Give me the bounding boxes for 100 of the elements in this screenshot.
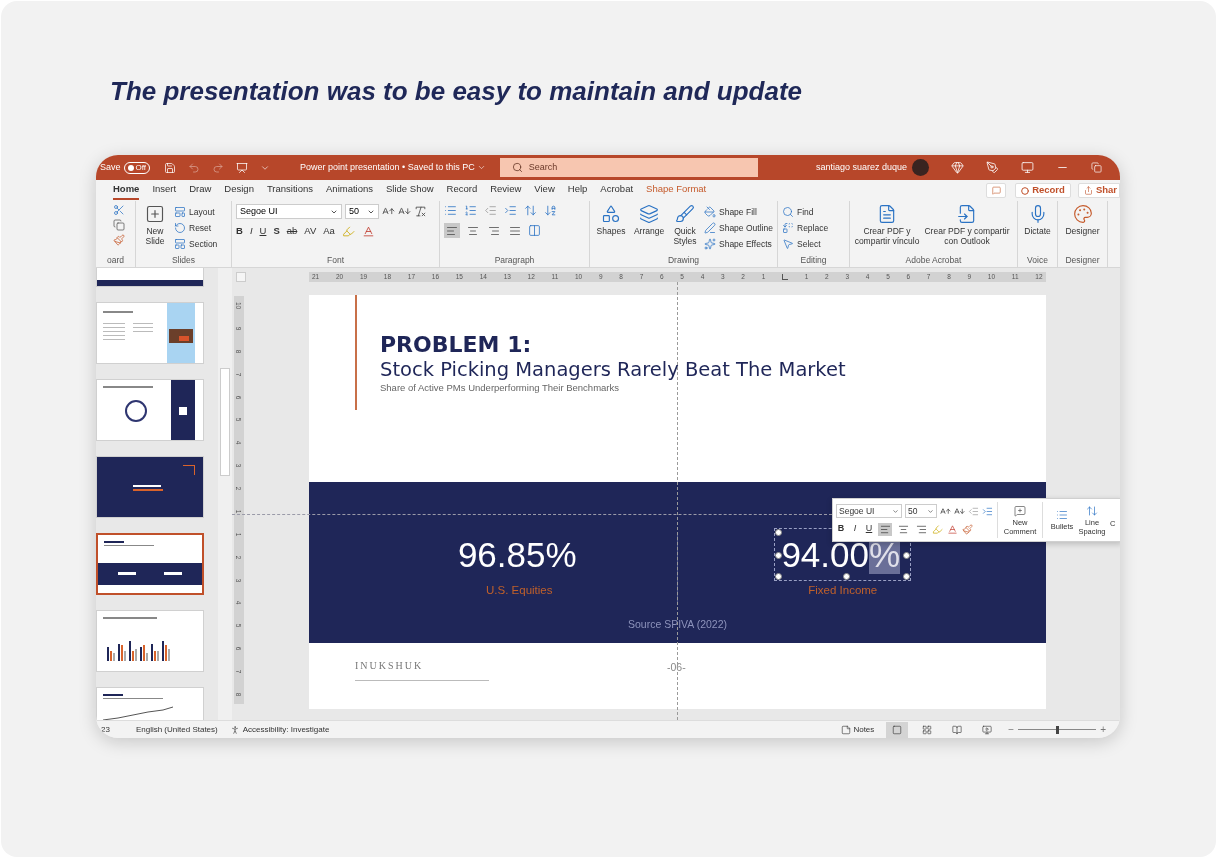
zoom-slider[interactable] xyxy=(1018,724,1097,735)
format-button[interactable]: AV xyxy=(304,224,317,239)
copy-icon[interactable] xyxy=(113,219,125,231)
brush-button[interactable]: Quick Styles xyxy=(670,204,700,246)
columns-icon[interactable] xyxy=(528,224,541,237)
clear-formatting-icon[interactable] xyxy=(414,205,427,218)
restore-icon[interactable] xyxy=(1091,162,1102,173)
format-painter-icon[interactable] xyxy=(113,234,125,246)
screen-icon xyxy=(982,724,993,735)
font-size-field[interactable]: 50 xyxy=(345,204,379,219)
palette-icon xyxy=(1072,204,1093,224)
text-box[interactable]: 96.85% xyxy=(450,528,588,581)
microphone-button[interactable]: Dictate xyxy=(1022,204,1053,236)
diamond-icon[interactable] xyxy=(951,161,964,174)
shapes-button[interactable]: Shapes xyxy=(594,204,628,236)
ribbon-tab[interactable]: Design xyxy=(224,181,254,200)
font-name-field[interactable]: Segoe UI xyxy=(236,204,342,219)
search-button[interactable]: Find xyxy=(782,204,829,220)
notes-button[interactable]: Notes xyxy=(841,723,875,736)
ribbon-tab[interactable]: Animations xyxy=(326,181,374,200)
document-arrow-button[interactable]: Crear PDF y compartir con Outlook xyxy=(924,204,1010,246)
autosave-label: Save xyxy=(100,160,121,174)
ribbon-tab[interactable]: Shape Format xyxy=(646,181,707,200)
replace-icon xyxy=(782,222,794,234)
replace-button[interactable]: Replace xyxy=(782,220,829,236)
align-button[interactable] xyxy=(878,522,892,536)
format-painter-icon[interactable] xyxy=(962,523,973,535)
increase-indent-icon[interactable] xyxy=(504,204,517,217)
layout-button[interactable]: Layout xyxy=(174,204,218,220)
search-field[interactable]: Search xyxy=(499,158,758,177)
ribbon-tab[interactable]: Insert xyxy=(152,181,177,200)
slide-thumbnail[interactable] xyxy=(96,533,204,595)
group-label: Slides xyxy=(170,255,197,267)
group-label: Designer xyxy=(1064,255,1101,267)
ribbon-tab[interactable]: Acrobat xyxy=(600,181,634,200)
palette-button[interactable]: Designer xyxy=(1062,204,1103,236)
accessibility-button[interactable]: Accessibility: Investigate xyxy=(242,723,330,736)
avatar[interactable] xyxy=(912,159,929,176)
save-icon[interactable] xyxy=(164,161,177,174)
document-icon xyxy=(877,204,897,224)
grow-font-icon[interactable] xyxy=(940,505,951,517)
text-direction-icon[interactable] xyxy=(544,204,557,217)
pen-icon[interactable] xyxy=(986,161,999,174)
comment-icon xyxy=(991,186,1001,195)
notes-icon xyxy=(841,724,852,735)
display-icon[interactable] xyxy=(1021,161,1034,174)
format-button[interactable]: U xyxy=(259,224,267,239)
format-button[interactable]: I xyxy=(249,224,253,239)
font-name-field[interactable]: Segoe UI xyxy=(836,504,902,519)
decrease-indent-icon[interactable] xyxy=(968,505,979,517)
pen-button[interactable]: Shape Outline xyxy=(704,220,773,236)
ribbon-tab[interactable]: Record xyxy=(446,181,478,200)
shrink-font-icon[interactable] xyxy=(954,505,965,517)
ribbon-tab[interactable]: Review xyxy=(490,181,522,200)
line-spacing-icon[interactable] xyxy=(524,204,537,217)
sparkles-button[interactable]: Shape Effects xyxy=(704,236,773,252)
font-color-icon[interactable] xyxy=(361,224,375,238)
document-title[interactable]: Power point presentation • Saved to this PC xyxy=(300,160,475,175)
increase-indent-icon[interactable] xyxy=(982,505,993,517)
font-size-field[interactable]: 50 xyxy=(905,504,937,519)
decrease-indent-icon[interactable] xyxy=(484,204,497,217)
presentation-icon[interactable] xyxy=(236,161,249,174)
new-slide-button[interactable]: New Slide xyxy=(140,204,170,246)
ribbon-tab[interactable]: Transitions xyxy=(266,181,314,200)
bullets-icon[interactable] xyxy=(444,204,457,217)
font-color-icon[interactable] xyxy=(947,523,958,535)
format-button[interactable]: B xyxy=(236,224,243,239)
layers-button[interactable]: Arrange xyxy=(632,204,666,236)
share-icon xyxy=(1083,186,1093,195)
accessibility-icon[interactable] xyxy=(229,724,240,735)
record-button[interactable]: Record xyxy=(1015,183,1071,198)
chevron-icon[interactable] xyxy=(476,163,486,172)
group-label: Drawing xyxy=(666,255,701,267)
ribbon-tab[interactable]: View xyxy=(534,181,555,200)
reset-icon xyxy=(174,222,186,234)
cut-icon[interactable] xyxy=(113,204,125,216)
document-button[interactable]: Crear PDF y compartir vínculo xyxy=(854,204,920,246)
ribbon-tab[interactable]: Slide Show xyxy=(386,181,434,200)
numbering-icon[interactable] xyxy=(464,204,477,217)
section-button[interactable]: Section xyxy=(174,236,218,252)
user-name: santiago suarez duque xyxy=(815,160,907,174)
scrollbar[interactable] xyxy=(218,268,232,720)
reset-button[interactable]: Reset xyxy=(174,220,218,236)
ribbon-tab[interactable]: Help xyxy=(567,181,588,200)
share-button[interactable]: Shar xyxy=(1077,183,1120,198)
source-note: Source SPIVA (2022) xyxy=(628,617,727,633)
ribbon-tab[interactable]: Home xyxy=(113,181,140,200)
zoom-in-button[interactable]: + xyxy=(1100,722,1106,737)
paint-bucket-button[interactable]: Shape Fill xyxy=(704,204,773,220)
zoom-thumb[interactable] xyxy=(1055,725,1059,734)
comments-button[interactable] xyxy=(986,183,1007,198)
ribbon-tab[interactable]: Draw xyxy=(189,181,212,200)
align-button[interactable] xyxy=(444,223,460,238)
pointer-button[interactable]: Select xyxy=(782,236,829,252)
format-button[interactable]: S xyxy=(273,224,280,239)
zoom-out-button[interactable]: − xyxy=(1008,722,1015,737)
view-button[interactable] xyxy=(886,721,909,738)
format-button[interactable]: ab xyxy=(286,224,298,239)
format-button[interactable]: Aa xyxy=(323,224,335,239)
language-button[interactable]: English (United States) xyxy=(135,723,218,736)
